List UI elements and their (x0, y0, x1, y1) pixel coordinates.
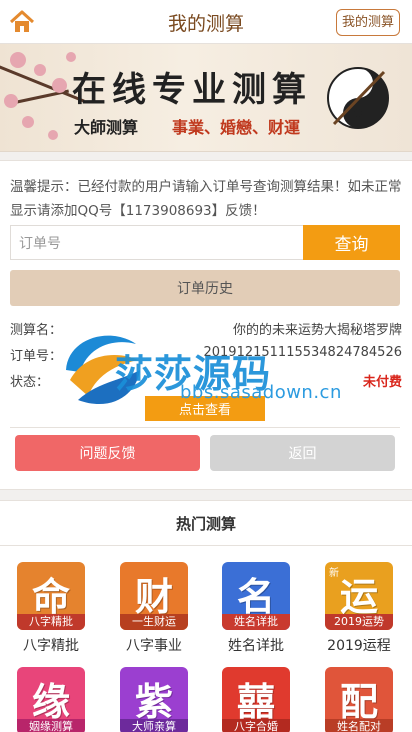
blossom-decoration (34, 64, 46, 76)
hot-item-tile[interactable]: 名姓名详批 (222, 562, 290, 630)
hot-item-label[interactable]: 八字精批 (1, 635, 101, 655)
hot-item-tag: 2019运势 (325, 614, 393, 630)
hot-item-label[interactable]: 2019运程 (309, 635, 409, 655)
new-badge: 新 (329, 568, 339, 579)
my-orders-button[interactable]: 我的测算 (335, 9, 400, 36)
hot-item-tile[interactable]: 紫大师亲算 (120, 667, 188, 732)
blossom-decoration (4, 94, 18, 108)
hot-item-glyph: 紫 (134, 679, 173, 724)
query-button[interactable]: 查询 (303, 225, 400, 260)
hot-item-tile[interactable]: 配姓名配对 (325, 667, 393, 732)
blossom-decoration (22, 116, 34, 128)
hot-item-tag: 姻缘测算 (17, 719, 85, 732)
hot-item-label[interactable]: 姓名详批 (206, 635, 306, 655)
hot-item-glyph: 配 (339, 679, 378, 724)
order-number-input[interactable] (10, 225, 303, 260)
banner-subtitle-topics: 事業、婚戀、财運 (172, 118, 301, 137)
divider (10, 427, 400, 428)
hot-item-glyph: 名 (236, 574, 275, 619)
hot-item-tag: 姓名配对 (325, 719, 393, 732)
banner: 在线专业测算 大師测算 事業、婚戀、财運 (0, 44, 412, 152)
hot-item-tile[interactable]: 运 2019运势新 (325, 562, 393, 630)
watermark-url: bbs.sasadown.cn (180, 382, 342, 403)
hot-item-glyph: 命 (31, 574, 70, 619)
hot-item-tag: 姓名详批 (222, 614, 290, 630)
hot-item-glyph: 财 (134, 574, 173, 619)
hot-section-title: 热门测算 (175, 515, 236, 533)
result-name-value: 你的的未来运势大揭秘塔罗牌 (232, 323, 402, 338)
back-button[interactable]: 返回 (210, 435, 395, 471)
divider (0, 545, 412, 546)
hot-item-glyph: 缘 (31, 679, 70, 724)
result-name-label: 测算名： (10, 323, 63, 338)
result-order-label: 订单号： (10, 349, 63, 364)
hot-item-tile[interactable]: 命八字精批 (17, 562, 85, 630)
hot-item-tag: 八字合婚 (222, 719, 290, 732)
taiji-icon (327, 67, 389, 129)
notice-text: 温馨提示：已经付款的用户请输入订单号查询测算结果！如未正常显示请添加QQ号【11… (10, 179, 402, 219)
hot-item-label[interactable]: 八字事业 (104, 635, 204, 655)
hot-item-tag: 一生财运 (120, 614, 188, 630)
result-status-label: 状态： (10, 375, 50, 390)
order-query-panel: 温馨提示：已经付款的用户请输入订单号查询测算结果！如未正常显示请添加QQ号【11… (0, 160, 412, 490)
top-bar: 我的测算 我的测算 (0, 0, 412, 44)
hot-item-tag: 大师亲算 (120, 719, 188, 732)
blossom-decoration (10, 52, 26, 68)
banner-subtitle: 大師测算 (74, 118, 139, 137)
hot-item-tile[interactable]: 财一生财运 (120, 562, 188, 630)
feedback-button[interactable]: 问题反馈 (15, 435, 200, 471)
blossom-decoration (48, 130, 58, 140)
status-badge: 未付费 (362, 375, 402, 390)
hot-item-tile[interactable]: 囍八字合婚 (222, 667, 290, 732)
blossom-decoration (66, 52, 76, 62)
hot-item-tag: 八字精批 (17, 614, 85, 630)
blossom-decoration (52, 78, 67, 93)
hot-item-tile[interactable]: 缘姻缘测算 (17, 667, 85, 732)
banner-title: 在线专业测算 (72, 70, 312, 110)
hot-item-glyph: 囍 (236, 679, 275, 724)
hot-section: 热门测算 命八字精批 八字精批财一生财运 八字事业名姓名详批 姓名详批运 2019运势新… (0, 500, 412, 732)
order-history-button[interactable]: 订单历史 (10, 270, 400, 306)
